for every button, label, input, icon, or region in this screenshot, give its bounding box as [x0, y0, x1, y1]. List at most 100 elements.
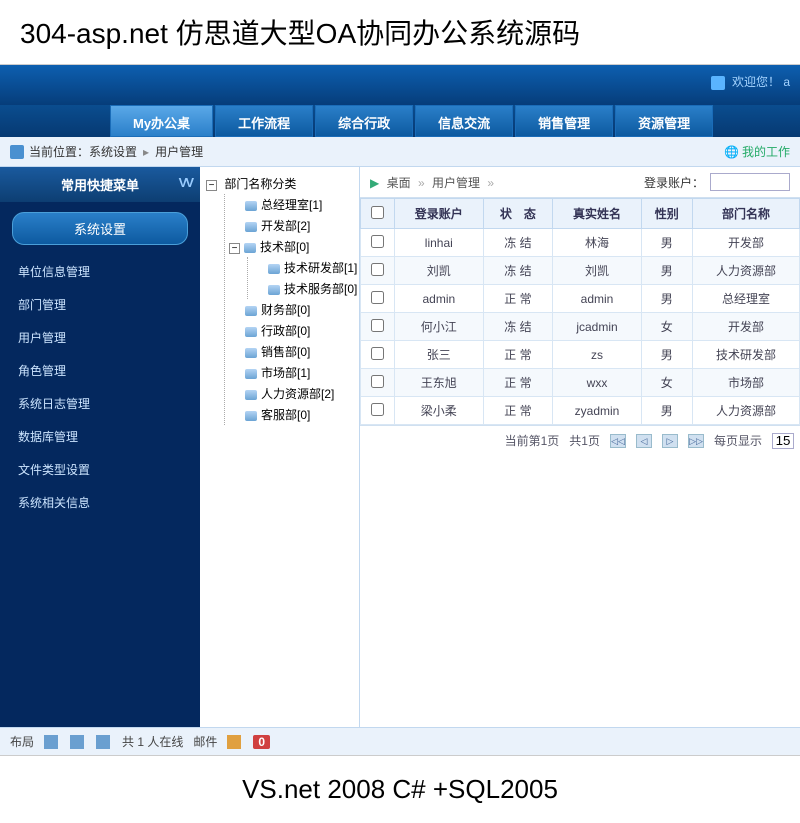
tree-toggle-icon[interactable]: − — [206, 180, 217, 191]
system-setting-button[interactable]: 系统设置 — [12, 212, 188, 245]
tree-node-0[interactable]: 总经理室[1] — [229, 194, 353, 215]
sidebar-item-1[interactable]: 部门管理 — [0, 288, 200, 321]
table-row[interactable]: 张三正 常zs男技术研发部 — [361, 341, 800, 369]
tree-node-3[interactable]: 财务部[0] — [229, 299, 353, 320]
row-checkbox[interactable] — [371, 291, 384, 304]
table-row[interactable]: 何小江冻 结jcadmin女开发部 — [361, 313, 800, 341]
cell-gender: 女 — [641, 369, 692, 397]
layout-icon-1[interactable] — [44, 735, 58, 749]
db-icon — [245, 222, 257, 232]
table-row[interactable]: linhai冻 结林海男开发部 — [361, 229, 800, 257]
nav-tab-1[interactable]: 工作流程 — [215, 105, 313, 137]
cell-status: 冻 结 — [483, 257, 553, 285]
row-checkbox[interactable] — [371, 403, 384, 416]
db-icon — [268, 264, 280, 274]
breadcrumb-current: 用户管理 — [432, 176, 480, 190]
tree-node-5[interactable]: 销售部[0] — [229, 341, 353, 362]
search-input[interactable] — [710, 173, 790, 191]
sidebar-item-5[interactable]: 数据库管理 — [0, 420, 200, 453]
tree-node-4[interactable]: 行政部[0] — [229, 320, 353, 341]
mail-icon[interactable] — [227, 735, 241, 749]
table-row[interactable]: 王东旭正 常wxx女市场部 — [361, 369, 800, 397]
cell-account: 王东旭 — [395, 369, 483, 397]
pager-next[interactable]: ▷ — [662, 434, 678, 448]
footer-mail-label: 邮件 — [193, 733, 217, 750]
row-checkbox[interactable] — [371, 235, 384, 248]
select-all-checkbox[interactable] — [371, 206, 384, 219]
tree-root[interactable]: − 部门名称分类 — [206, 173, 353, 194]
tree-node-8[interactable]: 客服部[0] — [229, 404, 353, 425]
pager: 当前第1页 共1页 ◁◁ ◁ ▷ ▷▷ 每页显示 — [360, 425, 800, 455]
cell-gender: 男 — [641, 341, 692, 369]
layout-icon-3[interactable] — [96, 735, 110, 749]
page-top-title: 304-asp.net 仿思道大型OA协同办公系统源码 — [0, 0, 800, 65]
db-icon — [245, 306, 257, 316]
footer-mail-count: 0 — [253, 735, 270, 749]
nav-tab-4[interactable]: 销售管理 — [515, 105, 613, 137]
quick-menu-header: 常用快捷菜单 VV — [0, 167, 200, 202]
table-row[interactable]: 梁小柔正 常zyadmin男人力资源部 — [361, 397, 800, 425]
sidebar-item-7[interactable]: 系统相关信息 — [0, 486, 200, 519]
cell-gender: 男 — [641, 285, 692, 313]
cell-gender: 男 — [641, 397, 692, 425]
db-icon — [245, 411, 257, 421]
sidebar-item-0[interactable]: 单位信息管理 — [0, 255, 200, 288]
row-checkbox[interactable] — [371, 319, 384, 332]
breadcrumb-desktop[interactable]: 桌面 — [387, 176, 411, 190]
sidebar-item-2[interactable]: 用户管理 — [0, 321, 200, 354]
tree-child-2-0[interactable]: 技术研发部[1] — [252, 257, 353, 278]
cell-gender: 男 — [641, 257, 692, 285]
breadcrumb-sep: » — [418, 176, 425, 190]
cell-status: 正 常 — [483, 369, 553, 397]
my-work-link[interactable]: 我的工作 — [724, 143, 790, 160]
db-icon — [244, 243, 256, 253]
tree-child-2-1[interactable]: 技术服务部[0] — [252, 278, 353, 299]
nav-tab-3[interactable]: 信息交流 — [415, 105, 513, 137]
tree-node-2[interactable]: −技术部[0] — [229, 236, 353, 257]
pager-perpage-input[interactable] — [772, 433, 794, 449]
tree-node-7[interactable]: 人力资源部[2] — [229, 383, 353, 404]
welcome-label: 欢迎您！ — [732, 75, 780, 89]
collapse-icon[interactable]: VV — [179, 175, 192, 190]
pager-prev[interactable]: ◁ — [636, 434, 652, 448]
table-row[interactable]: admin正 常admin男总经理室 — [361, 285, 800, 313]
main-nav: My办公桌工作流程综合行政信息交流销售管理资源管理 — [0, 105, 800, 137]
location-label: 当前位置： — [29, 143, 89, 160]
cell-dept: 开发部 — [692, 313, 799, 341]
location-icon — [10, 145, 24, 159]
cell-account: 何小江 — [395, 313, 483, 341]
cell-realname: 林海 — [553, 229, 641, 257]
pager-total: 共1页 — [569, 432, 600, 449]
cell-realname: admin — [553, 285, 641, 313]
table-header-1: 登录账户 — [395, 199, 483, 229]
db-icon — [245, 369, 257, 379]
sidebar-menu: 单位信息管理部门管理用户管理角色管理系统日志管理数据库管理文件类型设置系统相关信… — [0, 255, 200, 519]
desktop-icon: ▶ — [370, 176, 379, 190]
pager-first[interactable]: ◁◁ — [610, 434, 626, 448]
table-row[interactable]: 刘凯冻 结刘凯男人力资源部 — [361, 257, 800, 285]
tree-node-6[interactable]: 市场部[1] — [229, 362, 353, 383]
cell-status: 冻 结 — [483, 229, 553, 257]
nav-tab-2[interactable]: 综合行政 — [315, 105, 413, 137]
search-label: 登录账户： — [644, 174, 704, 191]
sidebar-item-4[interactable]: 系统日志管理 — [0, 387, 200, 420]
page-bottom-title: VS.net 2008 C# +SQL2005 — [0, 755, 800, 823]
footer-layout: 布局 — [10, 733, 34, 750]
nav-tab-5[interactable]: 资源管理 — [615, 105, 713, 137]
row-checkbox[interactable] — [371, 263, 384, 276]
layout-icon-2[interactable] — [70, 735, 84, 749]
location-path1[interactable]: 系统设置 — [89, 143, 137, 160]
tree-toggle-icon[interactable]: − — [229, 243, 240, 254]
cell-dept: 技术研发部 — [692, 341, 799, 369]
cell-status: 冻 结 — [483, 313, 553, 341]
cell-realname: zs — [553, 341, 641, 369]
sidebar-item-6[interactable]: 文件类型设置 — [0, 453, 200, 486]
location-path2[interactable]: 用户管理 — [155, 143, 203, 160]
tree-node-1[interactable]: 开发部[2] — [229, 215, 353, 236]
nav-tab-0[interactable]: My办公桌 — [110, 105, 213, 137]
location-sep: ▸ — [143, 145, 149, 159]
pager-last[interactable]: ▷▷ — [688, 434, 704, 448]
row-checkbox[interactable] — [371, 375, 384, 388]
row-checkbox[interactable] — [371, 347, 384, 360]
sidebar-item-3[interactable]: 角色管理 — [0, 354, 200, 387]
